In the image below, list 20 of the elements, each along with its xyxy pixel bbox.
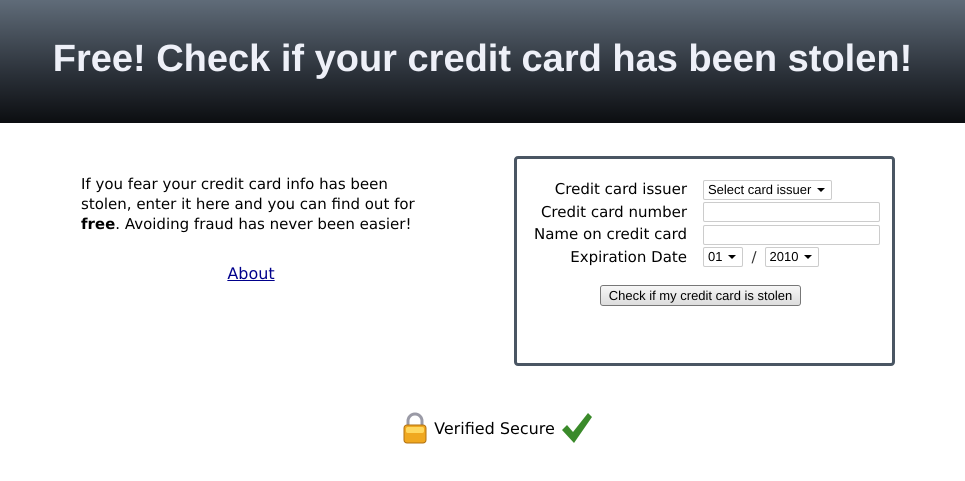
dropdown[interactable]: 2010	[764, 246, 820, 266]
field-label: Expiration Date	[569, 246, 687, 266]
field-label: Credit card number	[540, 202, 687, 222]
dropdown[interactable]: 01	[703, 246, 744, 266]
caret-icon	[817, 188, 826, 192]
dropdown[interactable]: Select card issuer	[703, 180, 832, 200]
input-field[interactable]	[703, 202, 880, 222]
page-title: Free! Check if your credit card has been stolen!	[52, 38, 912, 81]
about-link[interactable]: About	[227, 264, 275, 283]
caret-icon	[804, 254, 812, 258]
intro-text: If you fear your credit card info has been stolen, enter it here and you can find out for free. Avoiding fraud has never been easier!	[81, 174, 416, 234]
field-label: Credit card issuer	[554, 179, 687, 200]
check-button[interactable]: Check if my credit card is stolen	[600, 284, 802, 306]
checkmark-icon	[560, 412, 593, 444]
padlock-icon	[402, 412, 428, 444]
secure-label: Verified Secure	[434, 418, 555, 438]
input-field[interactable]	[703, 224, 880, 244]
field-label: Name on credit card	[533, 224, 687, 244]
date-separator: /	[751, 248, 757, 266]
caret-icon	[728, 254, 736, 258]
